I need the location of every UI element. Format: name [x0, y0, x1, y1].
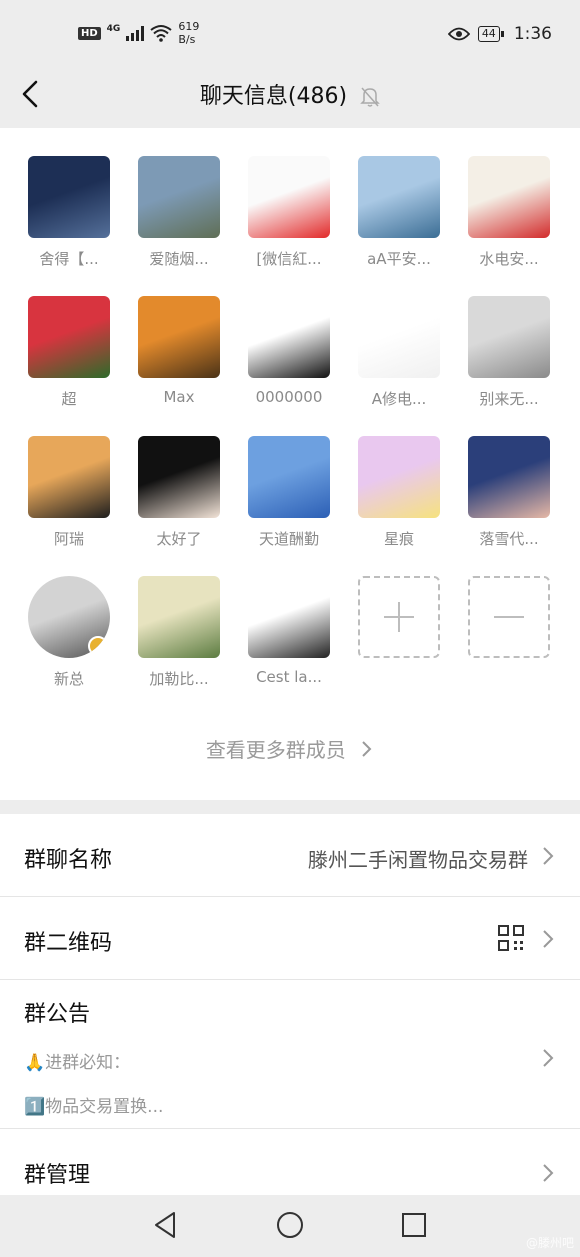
- member-name: Cest la...: [256, 668, 322, 686]
- home-circle-icon[interactable]: [274, 1209, 306, 1241]
- member-avatar: [358, 156, 440, 238]
- member-item[interactable]: A修电...: [344, 296, 454, 409]
- member-name: 星痕: [383, 530, 414, 548]
- verified-badge-icon: [88, 636, 108, 656]
- member-item[interactable]: 水电安...: [454, 156, 564, 269]
- member-item[interactable]: 超: [14, 296, 124, 409]
- back-triangle-icon[interactable]: [150, 1209, 182, 1241]
- battery-icon: 44: [477, 26, 504, 42]
- settings-list: 群聊名称 滕州二手闲置物品交易群 群二维码 群公告 🙏进群必知： 1️⃣物品交易…: [0, 814, 580, 1215]
- chevron-right-icon: [543, 930, 554, 948]
- mute-bell-icon: [360, 87, 380, 107]
- member-name: 爱随烟...: [149, 250, 209, 268]
- nav-bar: 聊天信息(486): [0, 66, 580, 126]
- member-name: 新总: [53, 670, 84, 688]
- member-name: 超: [61, 390, 77, 408]
- network-speed: 619 B/s: [178, 20, 200, 46]
- chevron-right-icon: [543, 847, 554, 865]
- member-avatar: [138, 296, 220, 378]
- chevron-right-icon: [362, 741, 372, 757]
- group-manage-label: 群管理: [24, 1163, 91, 1188]
- member-avatar: [468, 436, 550, 518]
- member-name: 加勒比...: [149, 670, 209, 688]
- recents-square-icon[interactable]: [398, 1209, 430, 1241]
- member-grid-panel: 舍得【... 爱随烟... [微信紅... aA平安... 水电安... 超 Max 0000…: [0, 128, 580, 800]
- member-item[interactable]: Max: [124, 296, 234, 406]
- member-name: 舍得【...: [39, 250, 99, 268]
- member-avatar: [358, 296, 440, 378]
- group-name-value: 滕州二手闲置物品交易群: [308, 848, 528, 872]
- view-more-label: 查看更多群成员: [205, 738, 346, 762]
- qr-code-icon: [498, 925, 524, 951]
- signal-icon: [126, 25, 145, 41]
- view-more-members-link[interactable]: 查看更多群成员: [0, 734, 580, 763]
- member-item[interactable]: 0000000: [234, 296, 344, 406]
- group-name-row[interactable]: 群聊名称 滕州二手闲置物品交易群: [0, 814, 580, 897]
- group-name-label: 群聊名称: [24, 848, 113, 873]
- eye-icon: [447, 27, 470, 41]
- member-avatar: [138, 436, 220, 518]
- member-avatar: [28, 436, 110, 518]
- member-item[interactable]: 阿瑞: [14, 436, 124, 549]
- member-avatar: [28, 576, 110, 658]
- hd-badge: HD: [78, 26, 101, 40]
- member-name: A修电...: [371, 390, 427, 408]
- member-avatar: [248, 156, 330, 238]
- member-item[interactable]: 爱随烟...: [124, 156, 234, 269]
- member-item[interactable]: 新总: [14, 576, 124, 689]
- member-avatar: [248, 576, 330, 658]
- member-name: [微信紅...: [256, 250, 322, 268]
- member-name: 别来无...: [479, 390, 539, 408]
- clock: 1:36: [513, 24, 552, 44]
- system-nav-bar: @滕州吧: [0, 1195, 580, 1257]
- member-avatar: [138, 576, 220, 658]
- member-avatar: [248, 296, 330, 378]
- member-avatar: [28, 156, 110, 238]
- member-item[interactable]: 太好了: [124, 436, 234, 549]
- notice-preview-line1: 🙏进群必知：: [24, 1053, 131, 1073]
- member-name: 太好了: [156, 530, 202, 548]
- group-qr-label: 群二维码: [24, 931, 113, 956]
- member-item[interactable]: 天道酬勤: [234, 436, 344, 549]
- member-item[interactable]: 舍得【...: [14, 156, 124, 269]
- member-item[interactable]: Cest la...: [234, 576, 344, 686]
- member-avatar: [248, 436, 330, 518]
- member-item[interactable]: 加勒比...: [124, 576, 234, 689]
- member-name: 0000000: [255, 388, 323, 406]
- chevron-right-icon: [543, 1164, 554, 1182]
- member-item[interactable]: 落雪代...: [454, 436, 564, 549]
- minus-icon: [468, 576, 550, 658]
- watermark: @滕州吧: [525, 1236, 574, 1250]
- group-qr-row[interactable]: 群二维码: [0, 897, 580, 980]
- member-avatar: [28, 296, 110, 378]
- chevron-right-icon: [543, 1049, 554, 1067]
- remove-member-button[interactable]: [454, 576, 564, 658]
- network-type: 4G: [106, 24, 121, 34]
- member-name: aA平安...: [367, 250, 431, 268]
- member-name: Max: [163, 388, 195, 406]
- notice-preview-line2: 1️⃣物品交易置换...: [24, 1097, 164, 1117]
- member-avatar: [468, 156, 550, 238]
- plus-icon: [358, 576, 440, 658]
- status-bar: HD 4G 619 B/s 44 1:36: [0, 0, 580, 66]
- add-member-button[interactable]: [344, 576, 454, 658]
- member-name: 水电安...: [479, 250, 539, 268]
- group-notice-row[interactable]: 群公告 🙏进群必知： 1️⃣物品交易置换...: [0, 980, 580, 1129]
- member-item[interactable]: 别来无...: [454, 296, 564, 409]
- member-name: 阿瑞: [53, 530, 84, 548]
- member-avatar: [358, 436, 440, 518]
- group-notice-label: 群公告: [24, 1002, 91, 1027]
- member-avatar: [138, 156, 220, 238]
- page-title: 聊天信息(486): [199, 84, 348, 109]
- member-item[interactable]: [微信紅...: [234, 156, 344, 269]
- wifi-icon: [150, 25, 172, 42]
- member-name: 天道酬勤: [258, 530, 319, 548]
- member-avatar: [468, 296, 550, 378]
- member-name: 落雪代...: [479, 530, 539, 548]
- member-item[interactable]: aA平安...: [344, 156, 454, 269]
- member-item[interactable]: 星痕: [344, 436, 454, 549]
